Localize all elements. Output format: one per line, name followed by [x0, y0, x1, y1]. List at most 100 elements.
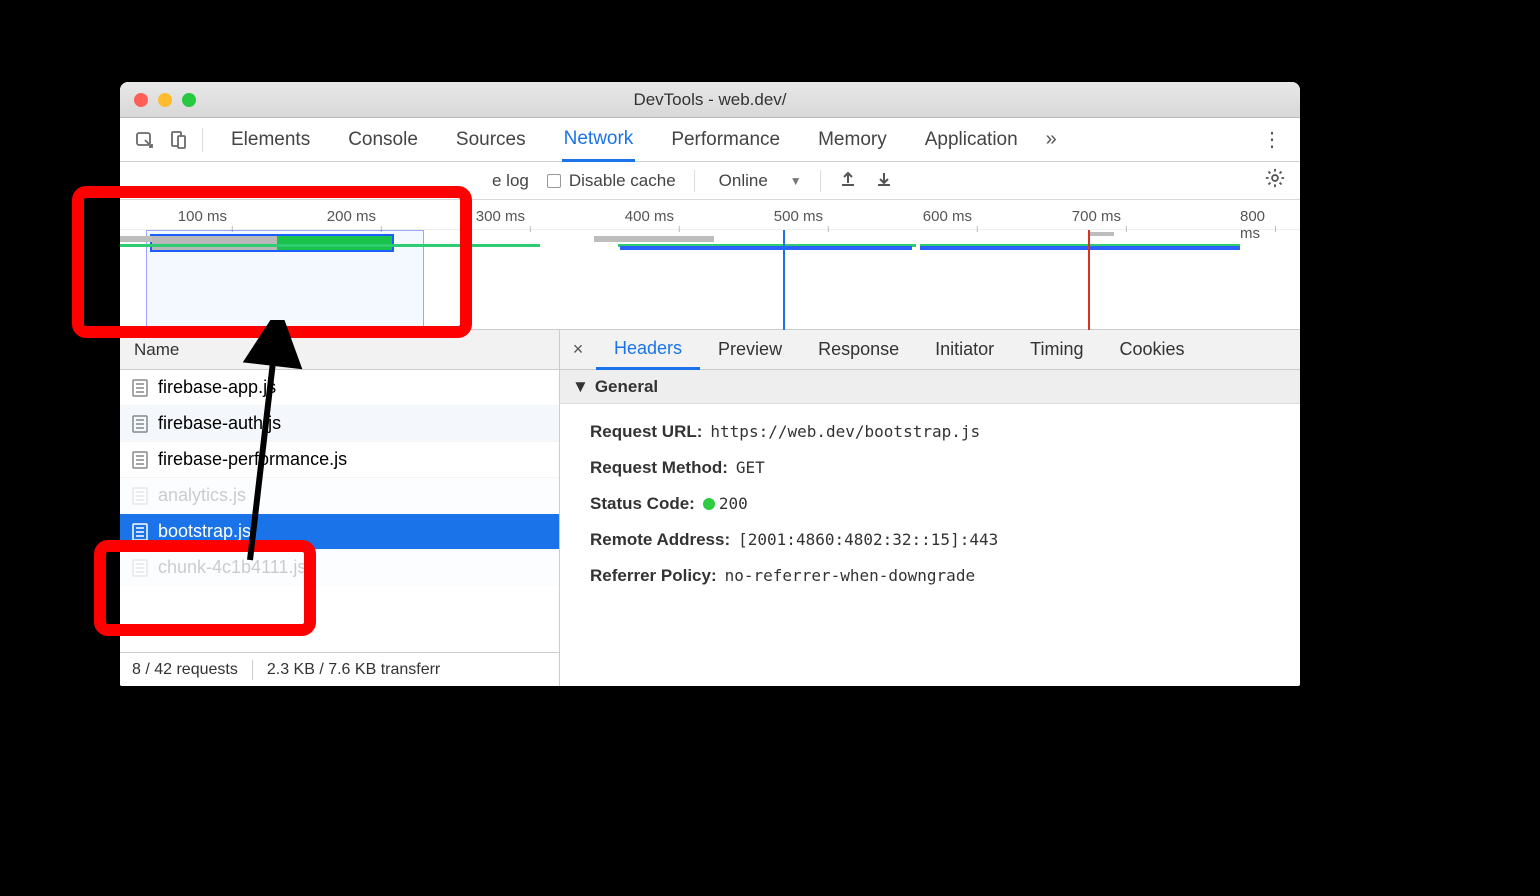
file-icon: [132, 451, 148, 469]
file-icon: [132, 559, 148, 577]
request-row[interactable]: analytics.js: [120, 478, 559, 514]
upload-har-icon[interactable]: [839, 169, 857, 192]
tab-performance[interactable]: Performance: [669, 118, 782, 161]
header-value: https://web.dev/bootstrap.js: [710, 422, 980, 442]
detail-tab-initiator[interactable]: Initiator: [917, 330, 1012, 369]
tick: 100 ms: [178, 208, 227, 225]
window-titlebar: DevTools - web.dev/: [120, 82, 1300, 118]
request-name: chunk-4c1b4111.js: [158, 557, 306, 578]
tick: 300 ms: [476, 208, 525, 225]
request-row[interactable]: firebase-auth.js: [120, 406, 559, 442]
section-title: General: [595, 377, 658, 397]
header-row-status-code: Status Code: 200: [590, 486, 1280, 522]
tick: 200 ms: [327, 208, 376, 225]
device-toolbar-icon[interactable]: [162, 122, 196, 158]
disclosure-triangle-icon: ▼: [572, 377, 589, 397]
settings-gear-icon[interactable]: [1264, 167, 1286, 195]
panel-tabs-bar: Elements Console Sources Network Perform…: [120, 118, 1300, 162]
throttling-select[interactable]: Online ▼: [713, 171, 802, 191]
request-name: firebase-auth.js: [158, 413, 281, 434]
request-row[interactable]: chunk-4c1b4111.js: [120, 550, 559, 586]
request-name: analytics.js: [158, 485, 246, 506]
header-value: [2001:4860:4802:32::15]:443: [738, 530, 998, 550]
disable-cache-label: Disable cache: [569, 171, 676, 191]
header-key: Status Code:: [590, 494, 695, 514]
selection-bar: [150, 234, 394, 252]
header-value: 200: [703, 494, 748, 514]
header-key: Remote Address:: [590, 530, 730, 550]
detail-tabs: × Headers Preview Response Initiator Tim…: [560, 330, 1300, 370]
tab-memory[interactable]: Memory: [816, 118, 889, 161]
tick: 700 ms: [1072, 208, 1121, 225]
tick: 500 ms: [774, 208, 823, 225]
file-icon: [132, 379, 148, 397]
status-bar: 8 / 42 requests 2.3 KB / 7.6 KB transfer…: [120, 652, 559, 686]
kebab-menu-icon[interactable]: ⋮: [1252, 127, 1292, 152]
request-row[interactable]: firebase-performance.js: [120, 442, 559, 478]
detail-tab-headers[interactable]: Headers: [596, 331, 700, 370]
overview-segment: [594, 236, 714, 242]
tab-divider: [202, 128, 203, 152]
request-name: firebase-app.js: [158, 377, 276, 398]
tab-elements[interactable]: Elements: [229, 118, 312, 161]
more-tabs-icon[interactable]: »: [1038, 128, 1065, 151]
detail-tab-cookies[interactable]: Cookies: [1102, 330, 1203, 369]
header-key: Referrer Policy:: [590, 566, 717, 586]
preserve-log-group: e log: [492, 171, 529, 191]
request-name: firebase-performance.js: [158, 449, 347, 470]
request-name: bootstrap.js: [158, 521, 251, 542]
header-row-referrer-policy: Referrer Policy: no-referrer-when-downgr…: [590, 558, 1280, 594]
divider: [252, 660, 253, 680]
disable-cache-checkbox[interactable]: [547, 174, 561, 188]
tab-console[interactable]: Console: [346, 118, 420, 161]
tab-application[interactable]: Application: [923, 118, 1020, 161]
inspect-element-icon[interactable]: [128, 122, 162, 158]
tick: 600 ms: [923, 208, 972, 225]
load-event-line: [1088, 230, 1090, 330]
section-general[interactable]: ▼ General: [560, 370, 1300, 404]
devtools-window: DevTools - web.dev/ Elements Console Sou…: [120, 82, 1300, 686]
column-header-name[interactable]: Name: [120, 330, 559, 370]
request-row-selected[interactable]: bootstrap.js: [120, 514, 559, 550]
domcontentloaded-line: [783, 230, 785, 330]
header-value: no-referrer-when-downgrade: [725, 566, 975, 586]
header-row-remote-address: Remote Address: [2001:4860:4802:32::15]:…: [590, 522, 1280, 558]
file-icon: [132, 415, 148, 433]
status-dot-icon: [703, 498, 715, 510]
header-key: Request URL:: [590, 422, 702, 442]
divider: [694, 170, 695, 192]
file-icon: [132, 523, 148, 541]
file-icon: [132, 487, 148, 505]
preserve-log-label: e log: [492, 171, 529, 191]
overview-segment: [1088, 232, 1114, 236]
network-filter-bar: e log Disable cache Online ▼: [120, 162, 1300, 200]
overview-segment: [920, 246, 1240, 250]
detail-tab-timing[interactable]: Timing: [1012, 330, 1101, 369]
overview-segment: [620, 246, 912, 250]
header-value: GET: [736, 458, 765, 478]
request-list[interactable]: firebase-app.js firebase-auth.js firebas…: [120, 370, 559, 652]
header-key: Request Method:: [590, 458, 728, 478]
main-tabs: Elements Console Sources Network Perform…: [229, 118, 1020, 161]
request-list-panel: Name firebase-app.js firebase-auth.js fi…: [120, 330, 560, 686]
overview-chart[interactable]: [120, 230, 1300, 330]
chevron-down-icon: ▼: [790, 174, 802, 188]
request-detail-panel: × Headers Preview Response Initiator Tim…: [560, 330, 1300, 686]
download-har-icon[interactable]: [875, 169, 893, 192]
throttling-value: Online: [719, 171, 768, 191]
status-requests: 8 / 42 requests: [132, 661, 238, 679]
header-row-request-method: Request Method: GET: [590, 450, 1280, 486]
request-row[interactable]: firebase-app.js: [120, 370, 559, 406]
tab-sources[interactable]: Sources: [454, 118, 528, 161]
headers-list: Request URL: https://web.dev/bootstrap.j…: [560, 404, 1300, 604]
disable-cache-group[interactable]: Disable cache: [547, 171, 676, 191]
overview-segment: [120, 236, 152, 242]
time-ruler: 100 ms 200 ms 300 ms 400 ms 500 ms 600 m…: [120, 200, 1300, 230]
close-details-icon[interactable]: ×: [560, 339, 596, 360]
detail-tab-response[interactable]: Response: [800, 330, 917, 369]
divider: [820, 170, 821, 192]
tab-network[interactable]: Network: [562, 119, 636, 162]
network-overview[interactable]: 100 ms 200 ms 300 ms 400 ms 500 ms 600 m…: [120, 200, 1300, 330]
status-transfer: 2.3 KB / 7.6 KB transferr: [267, 661, 440, 679]
detail-tab-preview[interactable]: Preview: [700, 330, 800, 369]
